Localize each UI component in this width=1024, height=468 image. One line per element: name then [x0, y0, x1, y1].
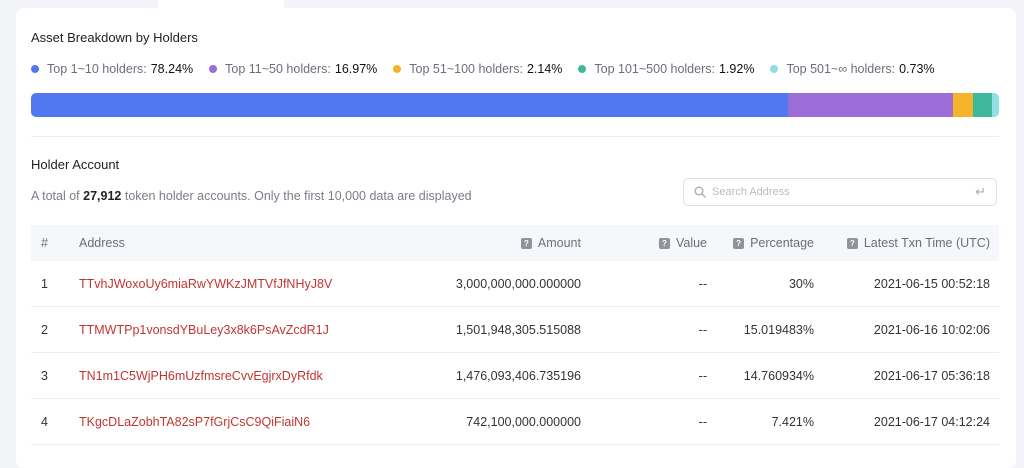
row-value: -- — [698, 369, 707, 383]
legend-dot — [31, 65, 39, 73]
distribution-segment-1 — [31, 93, 789, 117]
row-value: -- — [698, 323, 707, 337]
legend-value: 16.97% — [334, 62, 378, 76]
row-latest-txn-time: 2021-06-17 05:36:18 — [873, 369, 990, 383]
row-value: -- — [698, 277, 707, 291]
search-input-placeholder[interactable]: Search Address — [712, 186, 975, 198]
legend-value: 1.92% — [718, 62, 755, 76]
holder-address-link[interactable]: TTvhJWoxoUy6miaRwYWKzJMTVfJfNHyJ8V — [79, 277, 332, 291]
legend-dot — [578, 65, 587, 73]
row-value: -- — [698, 415, 707, 429]
distribution-segment-3 — [952, 93, 974, 117]
legend-label: Top 51~100 holders: — [409, 62, 523, 76]
legend-item-top-501-inf: Top 501~∞ holders: 0.73% — [770, 62, 935, 76]
holder-address-link[interactable]: TKgcDLaZobhTA82sP7fGrjCsC9QiFiaiN6 — [79, 415, 310, 429]
row-percentage: 14.760934% — [743, 369, 814, 383]
legend-value: 0.73% — [899, 62, 935, 76]
legend-item-top-101-500: Top 101~500 holders: 1.92% — [578, 62, 754, 76]
distribution-segment-2 — [788, 93, 953, 117]
row-percentage: 7.421% — [771, 415, 814, 429]
row-latest-txn-time: 2021-06-17 04:12:24 — [873, 415, 990, 429]
legend-label: Top 101~500 holders: — [594, 62, 715, 76]
distribution-segment-5 — [991, 93, 999, 117]
row-index: 4 — [41, 415, 48, 429]
asset-breakdown-title: Asset Breakdown by Holders — [31, 30, 198, 45]
holder-distribution-bar — [31, 93, 999, 117]
holders-card: Asset Breakdown by Holders Top 1~10 hold… — [16, 8, 1016, 468]
help-icon[interactable]: ? — [733, 238, 745, 249]
row-amount: 1,476,093,406.735196 — [455, 369, 581, 383]
row-amount: 742,100,000.000000 — [466, 415, 581, 429]
enter-icon[interactable]: ↵ — [975, 184, 986, 200]
row-percentage: 30% — [788, 277, 814, 291]
header-value: ? Value — [658, 236, 707, 250]
legend-value: 78.24% — [150, 62, 194, 76]
section-divider — [31, 136, 999, 137]
legend-value: 2.14% — [526, 62, 563, 76]
table-header: # Address ? Amount ? Value ? Percentage ? La… — [31, 225, 999, 261]
row-latest-txn-time: 2021-06-15 00:52:18 — [873, 277, 990, 291]
row-index: 1 — [41, 277, 48, 291]
legend-item-top-1-10: Top 1~10 holders: 78.24% — [31, 62, 193, 76]
row-latest-txn-time: 2021-06-16 10:02:06 — [873, 323, 990, 337]
holder-address-link[interactable]: TN1m1C5WjPH6mUzfmsreCvvEgjrxDyRfdk — [79, 369, 323, 383]
header-address: Address — [79, 236, 125, 250]
header-time-label: Latest Txn Time (UTC) — [863, 236, 990, 250]
holder-address-link[interactable]: TTMWTPp1vonsdYBuLey3x8k6PsAvZcdR1J — [79, 323, 329, 337]
legend-label: Top 501~∞ holders: — [786, 62, 896, 76]
search-address-box[interactable]: Search Address ↵ — [683, 178, 997, 206]
holder-total-text: A total of 27,912 token holder accounts.… — [31, 189, 472, 203]
help-icon[interactable]: ? — [520, 238, 532, 249]
total-count: 27,912 — [83, 189, 122, 203]
legend-dot — [770, 65, 779, 73]
row-amount: 3,000,000,000.000000 — [455, 277, 581, 291]
legend-item-top-51-100: Top 51~100 holders: 2.14% — [393, 62, 562, 76]
help-icon[interactable]: ? — [846, 238, 858, 249]
legend-label: Top 11~50 holders: — [225, 62, 331, 76]
holder-account-title: Holder Account — [31, 157, 120, 172]
active-tab-indicator — [158, 0, 284, 8]
row-percentage: 15.019483% — [743, 323, 814, 337]
legend-dot — [393, 65, 402, 73]
search-icon — [694, 186, 706, 198]
header-amount-label: Amount — [537, 236, 581, 250]
header-percentage-label: Percentage — [750, 236, 814, 250]
header-value-label: Value — [675, 236, 707, 250]
header-index: # — [41, 236, 48, 250]
legend-dot — [209, 65, 218, 73]
row-index: 3 — [41, 369, 48, 383]
legend-label: Top 1~10 holders: — [47, 62, 147, 76]
table-row: 4 TKgcDLaZobhTA82sP7fGrjCsC9QiFiaiN6 742… — [31, 399, 999, 445]
help-icon[interactable]: ? — [658, 238, 670, 249]
table-row: 3 TN1m1C5WjPH6mUzfmsreCvvEgjrxDyRfdk 1,4… — [31, 353, 999, 399]
distribution-segment-4 — [973, 93, 992, 117]
total-suffix: token holder accounts. Only the first 10… — [124, 189, 472, 203]
header-percentage: ? Percentage — [733, 236, 814, 250]
table-row: 1 TTvhJWoxoUy6miaRwYWKzJMTVfJfNHyJ8V 3,0… — [31, 261, 999, 307]
holders-legend: Top 1~10 holders: 78.24% Top 11~50 holde… — [31, 62, 951, 76]
header-amount: ? Amount — [520, 236, 581, 250]
row-index: 2 — [41, 323, 48, 337]
header-latest-txn-time: ? Latest Txn Time (UTC) — [846, 236, 990, 250]
total-prefix: A total of — [31, 189, 80, 203]
table-row: 2 TTMWTPp1vonsdYBuLey3x8k6PsAvZcdR1J 1,5… — [31, 307, 999, 353]
row-amount: 1,501,948,305.515088 — [455, 323, 581, 337]
legend-item-top-11-50: Top 11~50 holders: 16.97% — [209, 62, 377, 76]
